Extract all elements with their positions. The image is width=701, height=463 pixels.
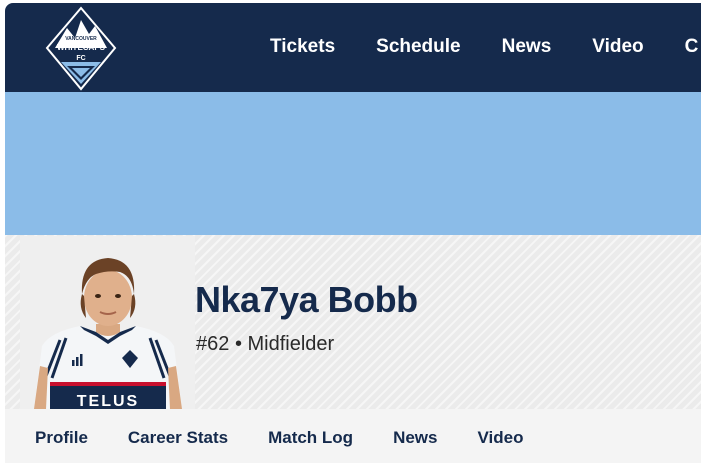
player-subnav: Profile Career Stats Match Log News Vide… (5, 409, 701, 463)
player-name: Nka7ya Bobb (195, 279, 418, 320)
meta-separator: • (234, 333, 242, 355)
page: VANCOUVER WHITECAPS FC Tickets Schedule … (0, 0, 701, 463)
logo-line-1: VANCOUVER (65, 36, 97, 42)
whitecaps-crest-icon: VANCOUVER WHITECAPS FC (45, 6, 117, 91)
nav-tickets[interactable]: Tickets (270, 35, 335, 59)
site-header: VANCOUVER WHITECAPS FC Tickets Schedule … (5, 3, 701, 92)
logo-line-3: FC (76, 55, 85, 62)
player-number: #62 (196, 333, 230, 355)
tab-profile[interactable]: Profile (35, 428, 88, 448)
nav-overflow-item[interactable]: C (685, 35, 699, 59)
player-photo: TELUS (20, 236, 195, 409)
tab-match-log[interactable]: Match Log (268, 428, 353, 448)
nav-news[interactable]: News (502, 35, 552, 59)
nav-video[interactable]: Video (592, 35, 643, 59)
subnav-tabs: Profile Career Stats Match Log News Vide… (35, 428, 563, 448)
club-logo[interactable]: VANCOUVER WHITECAPS FC (45, 6, 117, 91)
tab-career-stats[interactable]: Career Stats (128, 428, 228, 448)
player-header: TELUS Nka7ya Bobb #62 • Midfielder (5, 235, 701, 409)
player-position: Midfielder (247, 333, 335, 355)
logo-line-2: WHITECAPS (57, 43, 106, 52)
player-meta: #62 • Midfielder (196, 332, 334, 356)
player-portrait-icon: TELUS (34, 258, 182, 409)
hero-banner (5, 92, 701, 235)
jersey-sponsor-text: TELUS (77, 393, 139, 409)
tab-news[interactable]: News (393, 428, 437, 448)
page-edge (0, 0, 5, 463)
main-nav: Tickets Schedule News Video C (270, 35, 701, 59)
tab-video[interactable]: Video (478, 428, 524, 448)
nav-schedule[interactable]: Schedule (376, 35, 460, 59)
